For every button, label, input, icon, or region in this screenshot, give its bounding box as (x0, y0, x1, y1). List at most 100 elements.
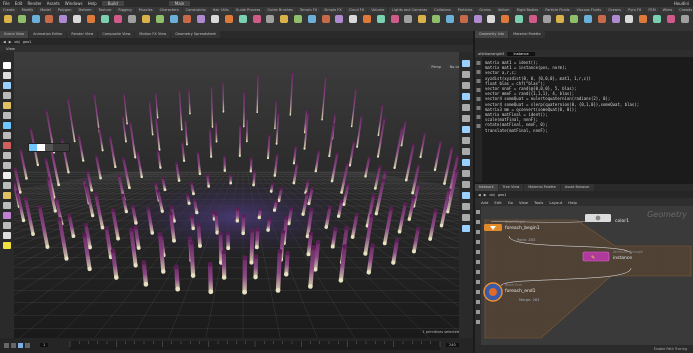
net-menu-view[interactable]: View (519, 200, 528, 205)
shelf-tool-button[interactable] (264, 14, 276, 30)
color-swatch-strip[interactable] (28, 143, 70, 152)
display-tool-icon[interactable] (462, 126, 470, 133)
net-path-obj[interactable]: obj (489, 193, 494, 197)
first-frame-icon[interactable] (4, 343, 9, 348)
shelf-tool-button[interactable] (278, 14, 290, 30)
left-tool-icon[interactable] (3, 222, 11, 229)
node-name-field[interactable]: instance (507, 51, 535, 56)
display-tool-icon[interactable] (462, 159, 470, 166)
context-select[interactable]: Main (168, 1, 191, 6)
shelf-tool-button[interactable] (126, 14, 138, 30)
shelf-tool-button[interactable] (140, 14, 152, 30)
shelf-tool-button[interactable] (209, 14, 221, 30)
shelf-tool-button[interactable] (99, 14, 111, 30)
shelf-tool-button[interactable] (679, 14, 691, 30)
shelf-tool-button[interactable] (499, 14, 511, 30)
shelf-tool-button[interactable] (43, 14, 55, 30)
shelf-tool-button[interactable] (85, 14, 97, 30)
menu-windows[interactable]: Windows (65, 1, 83, 6)
left-tool-icon[interactable] (3, 62, 11, 69)
shelf-tool-button[interactable] (403, 14, 415, 30)
network-side-icon[interactable] (476, 270, 480, 274)
left-tool-icon[interactable] (3, 142, 11, 149)
network-side-icon[interactable] (476, 230, 480, 234)
gutter-icon[interactable] (476, 79, 481, 83)
param-pane-tab[interactable]: Material Palette (509, 31, 545, 38)
pane-tab[interactable]: Render View (67, 31, 98, 38)
path-node[interactable]: geo1 (23, 40, 32, 44)
display-tool-icon[interactable] (462, 225, 470, 232)
left-tool-icon[interactable] (3, 122, 11, 129)
network-side-icon[interactable] (476, 240, 480, 244)
left-tool-icon[interactable] (3, 152, 11, 159)
display-tool-icon[interactable] (462, 214, 470, 221)
desktop-select[interactable]: Build (101, 1, 124, 6)
gutter-icon[interactable] (476, 97, 481, 101)
display-tool-icon[interactable] (462, 93, 470, 100)
shelf-tool-button[interactable] (582, 14, 594, 30)
next-frame-icon[interactable] (25, 343, 30, 348)
pane-tab[interactable]: Motion FX View (135, 31, 171, 38)
display-tool-icon[interactable] (462, 115, 470, 122)
code-line[interactable]: translate(matFinal, nnnF); (485, 128, 689, 133)
shelf-tool-button[interactable] (416, 14, 428, 30)
network-pane-tab[interactable]: Material Palette (524, 184, 560, 191)
shelf-tool-button[interactable] (113, 14, 125, 30)
shelf-tool-button[interactable] (527, 14, 539, 30)
shelf-tool-button[interactable] (237, 14, 249, 30)
shelf-tool-button[interactable] (513, 14, 525, 30)
shelf-tool-button[interactable] (637, 14, 649, 30)
shelf-tool-button[interactable] (57, 14, 69, 30)
shelf-tool-button[interactable] (71, 14, 83, 30)
left-tool-icon[interactable] (3, 132, 11, 139)
param-pane-tab[interactable]: Geometry Info (475, 31, 509, 38)
shelf-tool-button[interactable] (458, 14, 470, 30)
display-tool-icon[interactable] (462, 170, 470, 177)
gutter-icon[interactable] (476, 88, 481, 92)
shelf-tool-button[interactable] (30, 14, 42, 30)
persp-menu[interactable]: Persp (427, 64, 445, 70)
vex-code-editor[interactable]: matrix mat1 = ident(); matrix mat1 = inst… (475, 57, 693, 182)
display-tool-icon[interactable] (462, 60, 470, 67)
menu-edit[interactable]: Edit (15, 1, 23, 6)
net-menu-layout[interactable]: Layout (549, 200, 562, 205)
pane-tab[interactable]: Animation Editor (29, 31, 67, 38)
timeline-bar[interactable]: 1 240 (0, 338, 473, 353)
shelf-tool-button[interactable] (375, 14, 387, 30)
left-tool-icon[interactable] (3, 202, 11, 209)
shelf-tool-button[interactable] (334, 14, 346, 30)
left-tool-icon[interactable] (3, 162, 11, 169)
shelf-tool-button[interactable] (568, 14, 580, 30)
shelf-tool-button[interactable] (320, 14, 332, 30)
menu-help[interactable]: Help (88, 1, 97, 6)
display-tool-icon[interactable] (462, 104, 470, 111)
pane-tab[interactable]: Geometry Spreadsheet (171, 31, 220, 38)
instance-wrangle-node[interactable] (582, 251, 610, 262)
shelf-tool-button[interactable] (665, 14, 677, 30)
shelf-tool-button[interactable] (306, 14, 318, 30)
shelf-tool-button[interactable] (651, 14, 663, 30)
shelf-tool-button[interactable] (361, 14, 373, 30)
network-editor[interactable]: ✎ Geometry color1 Block Begin foreach_be… (481, 206, 693, 345)
network-side-icon[interactable] (476, 250, 480, 254)
gutter-icon[interactable] (476, 106, 481, 110)
left-tool-icon[interactable] (3, 112, 11, 119)
shelf-tool-button[interactable] (154, 14, 166, 30)
network-side-icon[interactable] (476, 310, 480, 314)
shelf-tool-button[interactable] (223, 14, 235, 30)
network-side-icon[interactable] (476, 300, 480, 304)
shelf-tool-button[interactable] (624, 14, 636, 30)
end-frame-field[interactable]: 240 (446, 343, 459, 347)
shelf-tool-button[interactable] (430, 14, 442, 30)
left-tool-icon[interactable] (3, 242, 11, 249)
display-tool-icon[interactable] (462, 181, 470, 188)
shelf-tool-button[interactable] (16, 14, 28, 30)
net-back-icon[interactable]: ◀ (478, 193, 481, 197)
net-menu-help[interactable]: Help (568, 200, 577, 205)
gutter-icon[interactable] (476, 61, 481, 65)
left-tool-icon[interactable] (3, 82, 11, 89)
shelf-tool-button[interactable] (347, 14, 359, 30)
net-menu-go[interactable]: Go (508, 200, 513, 205)
gutter-icon[interactable] (476, 124, 481, 128)
network-side-icon[interactable] (476, 210, 480, 214)
